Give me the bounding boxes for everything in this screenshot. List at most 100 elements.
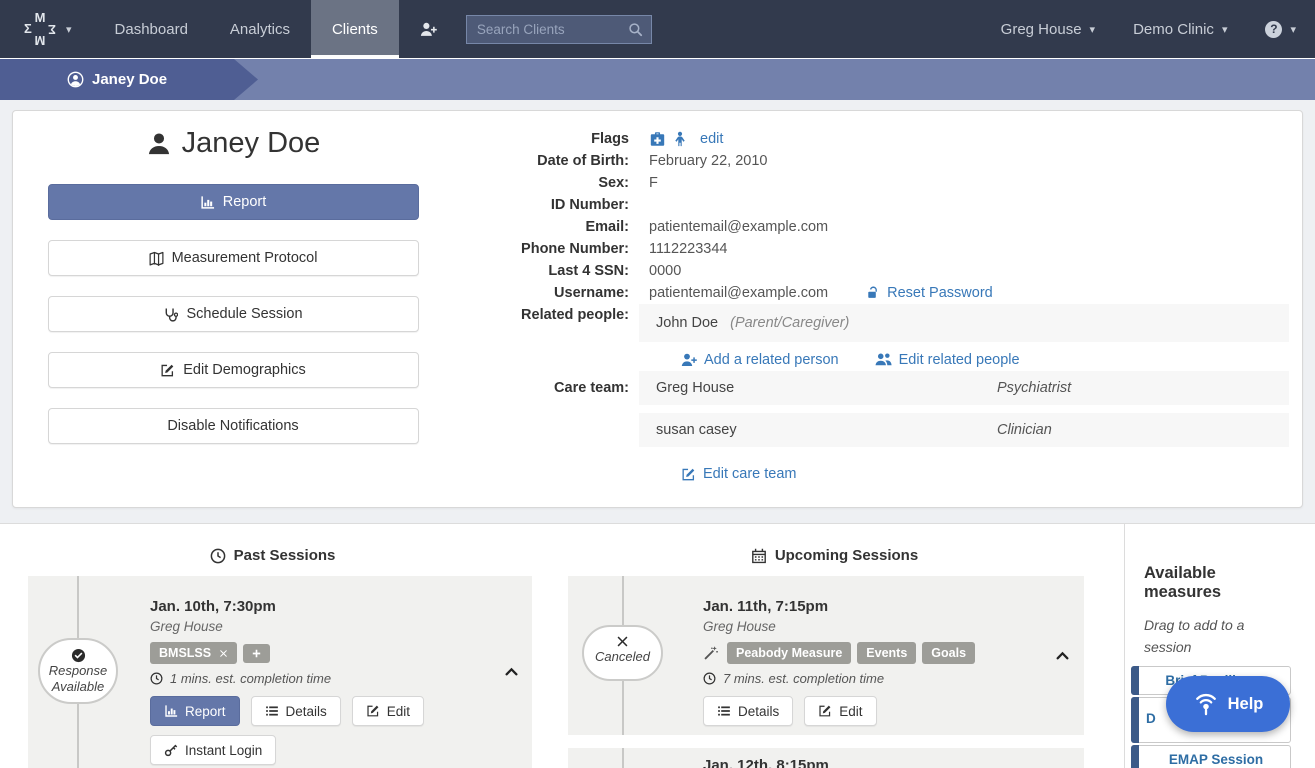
list-icon [717,704,731,718]
status-badge-label: Response Available [40,663,116,695]
caret-down-icon: ▾ [66,23,72,36]
edit-related-people-link[interactable]: Edit related people [875,351,1020,368]
session-est-time-label: 7 mins. est. completion time [723,671,884,686]
add-related-person-label: Add a related person [704,352,839,368]
add-related-person-link[interactable]: Add a related person [681,351,839,368]
search-icon[interactable] [628,22,643,37]
measurement-protocol-button[interactable]: Measurement Protocol [48,240,419,276]
sex-value: F [649,172,658,194]
flags-value: edit [649,128,723,150]
session-buttons: Report Details Edit Instant Login [150,696,450,765]
help-button-label: Help [1228,695,1264,714]
session-datetime: Jan. 12th, 8:15pm [703,757,829,768]
past-sessions-header: Past Sessions [0,547,545,564]
user-menu-label: Greg House [1001,21,1082,38]
session-edit-label: Edit [839,704,862,719]
detail-row: Sex: F [453,172,1289,194]
child-flag-icon[interactable] [672,131,688,147]
caret-down-icon: ▾ [1290,23,1296,36]
edit-care-team-label: Edit care team [703,466,797,482]
disable-notifications-label: Disable Notifications [167,418,298,434]
measure-tag-label: Peabody Measure [736,646,842,660]
edit-care-team-link[interactable]: Edit care team [681,466,797,482]
remove-measure-icon[interactable] [219,649,228,658]
ssn-label: Last 4 SSN: [453,260,629,282]
upcoming-sessions-title: Upcoming Sessions [775,547,918,564]
add-client-button[interactable] [399,0,458,58]
session-datetime: Jan. 11th, 7:15pm [703,598,1044,615]
status-badge-label: Canceled [584,649,661,665]
clinic-menu[interactable]: Demo Clinic ▾ [1114,0,1246,58]
session-provider: Greg House [150,619,492,634]
care-team-row[interactable]: Greg House Psychiatrist [639,371,1289,405]
edit-icon [818,704,832,718]
navbar-spacer [652,0,982,58]
medkit-flag-icon[interactable] [649,131,666,148]
flags-label: Flags [453,128,629,150]
email-label: Email: [453,216,629,238]
care-team-row[interactable]: susan casey Clinician [639,413,1289,447]
clinic-menu-label: Demo Clinic [1133,21,1214,38]
users-icon [875,351,892,368]
user-menu[interactable]: Greg House ▾ [982,0,1114,58]
help-button[interactable]: Help [1166,676,1290,732]
search-input[interactable] [477,22,628,37]
magic-wand-icon[interactable] [703,645,719,661]
session-est-time-label: 1 mins. est. completion time [170,671,331,686]
schedule-session-button[interactable]: Schedule Session [48,296,419,332]
unlock-icon [866,286,880,300]
reset-password-link[interactable]: Reset Password [866,282,993,304]
email-value: patientemail@example.com [649,216,828,238]
schedule-session-label: Schedule Session [186,306,302,322]
session-edit-button[interactable]: Edit [804,696,876,726]
instant-login-button[interactable]: Instant Login [150,735,276,765]
nav-dashboard[interactable]: Dashboard [94,0,209,58]
available-measures-subtitle: Drag to add to a session [1144,614,1279,658]
x-icon [616,635,629,648]
measure-card[interactable]: EMAP Session Rating [1131,745,1291,768]
user-plus-icon [420,21,437,38]
dob-label: Date of Birth: [453,150,629,172]
measure-tag[interactable]: Peabody Measure [727,642,851,664]
detail-row: Last 4 SSN: 0000 [453,260,1289,282]
client-search-box[interactable] [466,15,652,44]
upcoming-session-item: Jan. 12th, 8:15pm [568,748,1084,768]
related-person-row[interactable]: John Doe (Parent/Caregiver) [639,304,1289,342]
upcoming-sessions-timeline: Canceled Jan. 11th, 7:15pm Greg House Pe… [568,576,1084,768]
help-menu[interactable]: ? ▾ [1246,0,1315,58]
edit-flags-link[interactable]: edit [700,128,723,150]
session-report-button[interactable]: Report [150,696,240,726]
report-button[interactable]: Report [48,184,419,220]
check-circle-icon [71,648,86,663]
nav-analytics[interactable]: Analytics [209,0,311,58]
phone-value: 1112223344 [649,238,728,260]
measure-tag[interactable]: Goals [922,642,975,664]
measure-card-label: EMAP Session Rating [1169,752,1263,768]
measure-tag[interactable]: Events [857,642,916,664]
breadcrumb-bar: Janey Doe [0,58,1315,100]
session-details-button[interactable]: Details [703,696,793,726]
bar-chart-icon [164,704,178,718]
care-member-name: susan casey [656,422,997,438]
session-details-button[interactable]: Details [251,696,341,726]
status-badge-response-available: Response Available [38,638,118,704]
upcoming-session-block: Canceled Jan. 11th, 7:15pm Greg House Pe… [568,576,1084,735]
page-content: Janey Doe Report Measurement Protocol Sc… [0,100,1315,523]
edit-demographics-button[interactable]: Edit Demographics [48,352,419,388]
clock-icon [703,672,716,685]
client-profile-card: Janey Doe Report Measurement Protocol Sc… [12,110,1303,508]
instant-login-label: Instant Login [185,743,262,758]
disable-notifications-button[interactable]: Disable Notifications [48,408,419,444]
phone-label: Phone Number: [453,238,629,260]
session-edit-button[interactable]: Edit [352,696,424,726]
past-sessions-timeline: Response Available Jan. 10th, 7:30pm Gre… [28,576,532,768]
add-measure-button[interactable] [243,644,270,663]
measure-tag-label: Goals [931,646,966,660]
measure-tag[interactable]: BMSLSS [150,642,237,664]
report-button-label: Report [223,194,267,210]
app-logo-menu[interactable]: MMΣΣ ▾ [0,0,94,58]
user-plus-icon [681,352,697,368]
breadcrumb-client[interactable]: Janey Doe [0,59,258,100]
nav-clients[interactable]: Clients [311,0,399,58]
detail-row-related: Related people: John Doe (Parent/Caregiv… [453,304,1289,342]
